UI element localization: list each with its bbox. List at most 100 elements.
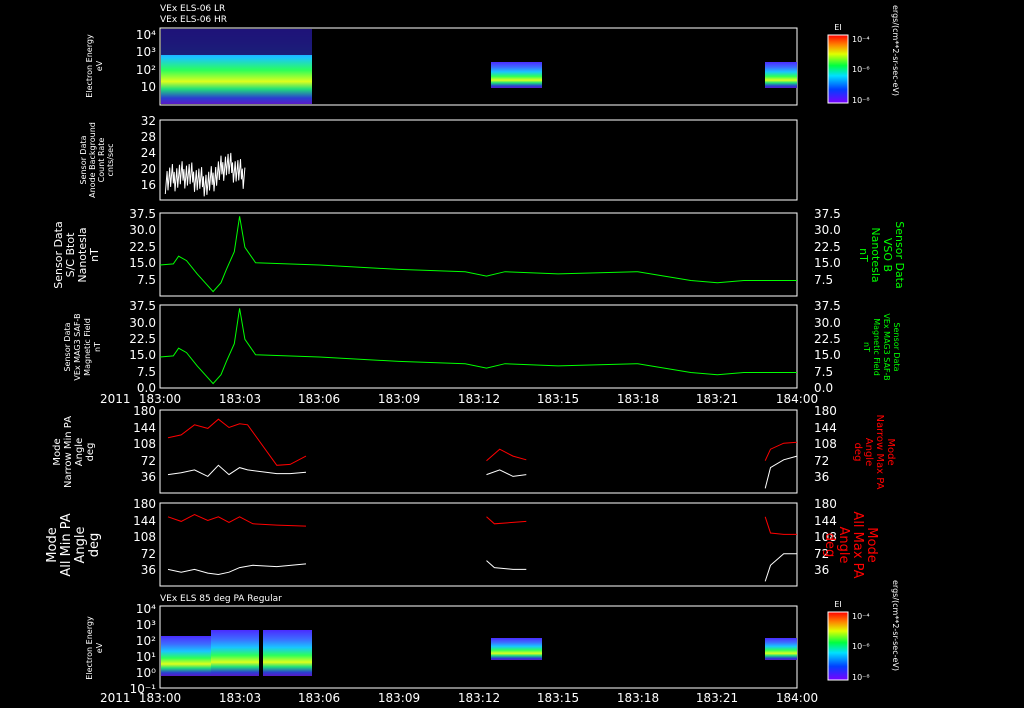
mid-xtick-9: 184:00 bbox=[776, 392, 818, 406]
p3-ytick-r4: 15.0 bbox=[814, 256, 841, 270]
mid-xtick-7: 183:18 bbox=[617, 392, 659, 406]
p4-ytick-r2: 30.0 bbox=[814, 316, 841, 330]
mid-xtick-3: 183:06 bbox=[298, 392, 340, 406]
p5lines-min-pa-segment-1 bbox=[167, 464, 307, 478]
colorbar-1-tick-3: 10⁻⁸ bbox=[852, 96, 870, 105]
p7-ylabel: Electron EnergyeV bbox=[85, 616, 104, 680]
spec2-block-1 bbox=[161, 636, 211, 676]
p7-ytick-4: 10¹ bbox=[136, 650, 156, 664]
p2-ytick-1: 32 bbox=[141, 114, 156, 128]
p4-ytick-4: 15.0 bbox=[129, 348, 156, 362]
panel-2-frame bbox=[159, 119, 798, 201]
p1-ylabel: Electron EnergyeV bbox=[85, 34, 104, 98]
p6-ylabel: ModeAll Min PAAngledeg bbox=[45, 513, 102, 576]
panel-6-frame bbox=[159, 502, 798, 587]
colorbar-1-label: EI bbox=[834, 23, 841, 32]
p5-ytick-r4: 72 bbox=[814, 454, 829, 468]
p5lines-min-pa-segment-3 bbox=[764, 455, 798, 489]
p6lines-max-pa-segment-2 bbox=[486, 516, 527, 525]
panel-3-frame bbox=[159, 212, 798, 297]
p2-ytick-3: 24 bbox=[141, 146, 156, 160]
colorbar-2-tick-1: 10⁻⁴ bbox=[852, 612, 870, 621]
p6-ytick-r5: 36 bbox=[814, 563, 829, 577]
p3-ytick-r2: 30.0 bbox=[814, 223, 841, 237]
panel-4-frame bbox=[159, 304, 798, 389]
header-bottom: VEx ELS 85 deg PA Regular bbox=[160, 594, 282, 604]
header-top-2: VEx ELS-06 HR bbox=[160, 15, 227, 25]
bottom-xtick-4: 183:09 bbox=[378, 691, 420, 705]
p6-ytick-4: 72 bbox=[141, 547, 156, 561]
p5lines-max-pa-segment-2 bbox=[486, 448, 527, 462]
p3-ytick-2: 30.0 bbox=[129, 223, 156, 237]
p5-yticks: 180 144 108 72 36 180 144 108 72 36 bbox=[133, 404, 837, 484]
p5-ytick-r3: 108 bbox=[814, 437, 837, 451]
p5-ytick-2: 144 bbox=[133, 421, 156, 435]
p3-btot-line bbox=[159, 216, 797, 293]
p3-ytick-4: 15.0 bbox=[129, 256, 156, 270]
p2-ytick-5: 16 bbox=[141, 178, 156, 192]
colorbar-2-label: EI bbox=[834, 600, 841, 609]
colorbar-1-tick-1: 10⁻⁴ bbox=[852, 35, 870, 44]
p2-ytick-2: 28 bbox=[141, 130, 156, 144]
mid-xtick-2: 183:03 bbox=[219, 392, 261, 406]
p3-ytick-5: 7.5 bbox=[137, 273, 156, 287]
p5lines-max-pa-segment-1 bbox=[167, 418, 307, 466]
colorbar-2-units: ergs/(cm**2-sr-sec-eV) bbox=[891, 580, 900, 671]
mid-xtick-4: 183:09 bbox=[378, 392, 420, 406]
spec2-block-2 bbox=[211, 630, 259, 676]
mid-year-label: 2011 bbox=[100, 392, 131, 406]
p2-yticks: 32 28 24 20 16 bbox=[141, 114, 156, 192]
p5-ytick-5: 36 bbox=[141, 470, 156, 484]
p4-ytick-3: 22.5 bbox=[129, 332, 156, 346]
p7-ytick-5: 10⁰ bbox=[136, 666, 156, 680]
bottom-xtick-9: 184:00 bbox=[776, 691, 818, 705]
p1-ytick-2: 10³ bbox=[136, 45, 156, 59]
p7-ytick-1: 10⁴ bbox=[136, 602, 156, 616]
spec1-block-1-sparse bbox=[161, 29, 312, 55]
spectrogram-2 bbox=[161, 630, 797, 676]
p3-ytick-r5: 7.5 bbox=[814, 273, 833, 287]
p3-ytick-r1: 37.5 bbox=[814, 207, 841, 221]
bottom-xticks: 183:00 183:03 183:06 183:09 183:12 183:1… bbox=[139, 691, 818, 705]
p5-ylabel: ModeNarrow Min PAAngledeg bbox=[52, 416, 96, 488]
colorbar-1-units: ergs/(cm**2-sr-sec-eV) bbox=[891, 5, 900, 96]
bottom-xtick-3: 183:06 bbox=[298, 691, 340, 705]
bottom-xtick-1: 183:00 bbox=[139, 691, 181, 705]
mid-xtick-8: 183:21 bbox=[696, 392, 738, 406]
p6lines-max-pa-segment-1 bbox=[167, 513, 307, 527]
p7-ytick-2: 10³ bbox=[136, 618, 156, 632]
plot-canvas: VEx ELS-06 LR VEx ELS-06 HR VEx ELS 85 d… bbox=[45, 4, 906, 705]
p4-ytick-5: 7.5 bbox=[137, 365, 156, 379]
p3-yticks: 37.5 30.0 22.5 15.0 7.5 37.5 30.0 22.5 1… bbox=[129, 207, 840, 287]
p5-ytick-4: 72 bbox=[141, 454, 156, 468]
p4-ytick-2: 30.0 bbox=[129, 316, 156, 330]
p1-ytick-4: 10 bbox=[141, 80, 156, 94]
p6lines-min-pa-segment-2 bbox=[486, 560, 527, 570]
p2-ytick-4: 20 bbox=[141, 162, 156, 176]
header-top-1: VEx ELS-06 LR bbox=[160, 4, 225, 14]
colorbar-1 bbox=[827, 34, 849, 104]
bottom-xtick-6: 183:15 bbox=[537, 691, 579, 705]
p3-right-label: Sensor DataVSO BNanoteslanT bbox=[857, 221, 906, 288]
spec2-block-3 bbox=[263, 630, 312, 676]
p4-right-label: Sensor DataVEx MAG3 SAF-BMagnetic Fieldn… bbox=[862, 313, 901, 380]
colorbar-2-tick-2: 10⁻⁶ bbox=[852, 642, 870, 651]
panel-5-frame bbox=[159, 409, 798, 494]
p2-count-rate-line bbox=[164, 152, 246, 197]
spec1-block-3 bbox=[765, 62, 797, 88]
mid-xtick-5: 183:12 bbox=[458, 392, 500, 406]
p6-ytick-r1: 180 bbox=[814, 497, 837, 511]
p1-ytick-1: 10⁴ bbox=[136, 28, 156, 42]
p3-ytick-3: 22.5 bbox=[129, 240, 156, 254]
spec1-block-2 bbox=[491, 62, 542, 88]
p5lines-min-pa-segment-2 bbox=[486, 469, 527, 477]
bottom-xtick-2: 183:03 bbox=[219, 691, 261, 705]
p5-ytick-1: 180 bbox=[133, 404, 156, 418]
p6-lines bbox=[167, 513, 797, 582]
colorbar-1-tick-2: 10⁻⁶ bbox=[852, 65, 870, 74]
bottom-xtick-5: 183:12 bbox=[458, 691, 500, 705]
p6-ytick-1: 180 bbox=[133, 497, 156, 511]
spectrogram-1 bbox=[161, 29, 797, 104]
bottom-xtick-7: 183:18 bbox=[617, 691, 659, 705]
spec2-block-4 bbox=[491, 638, 542, 660]
